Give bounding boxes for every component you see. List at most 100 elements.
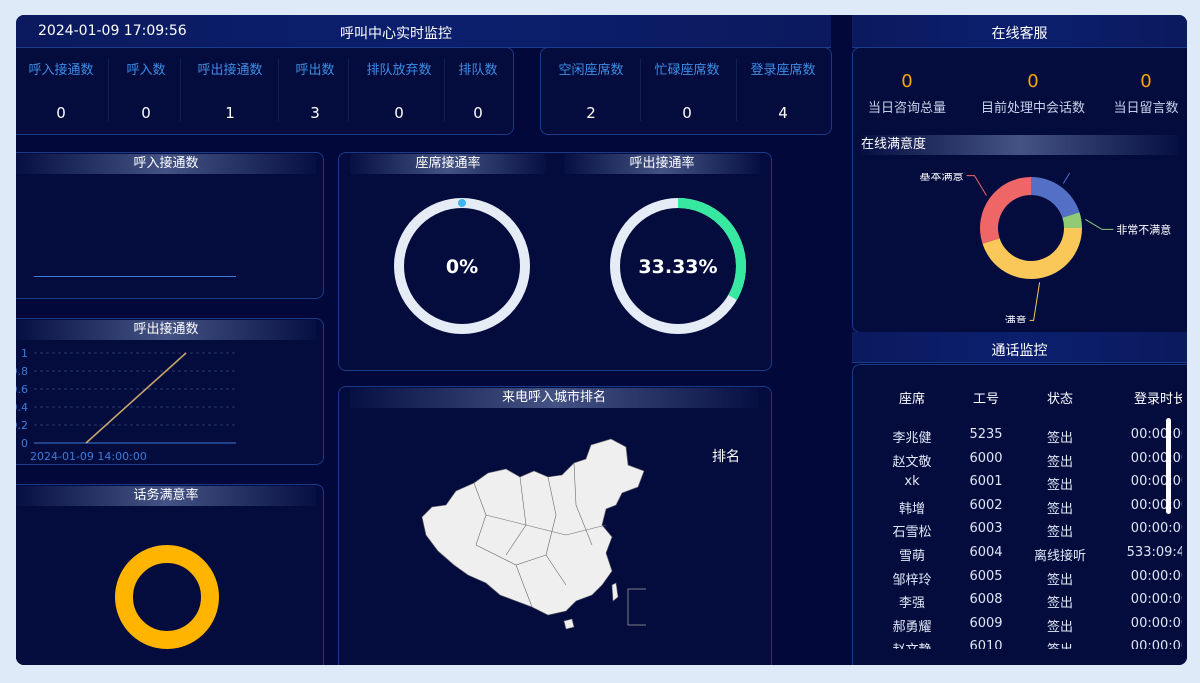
call-stat-value: 3: [310, 104, 320, 122]
donut-label: 非常不满意: [1116, 222, 1171, 236]
table-row[interactable]: 李强6008签出00:00:00: [852, 592, 1182, 612]
series-line: [85, 352, 187, 444]
call-stat-label: 呼出接通数: [197, 63, 263, 78]
seat-stat-value: 0: [682, 104, 692, 122]
seat-rate-dot: [458, 199, 466, 207]
table-cell: 签出: [1046, 501, 1073, 517]
online-stat-label: 当日留言数: [1113, 101, 1179, 116]
call-stat-value: 0: [473, 104, 483, 122]
satisfaction-donut: [115, 545, 219, 649]
table-row[interactable]: 石雪松6003签出00:00:00: [852, 521, 1182, 541]
ranking-label: 排名: [712, 449, 740, 465]
call-monitor-table: 座席工号状态登录时长李兆健5235签出00:00:00赵文敬6000签出00:0…: [852, 364, 1182, 649]
online-stat-label: 当日咨询总量: [867, 101, 946, 116]
call-stat-value: 0: [394, 104, 404, 122]
stat-divider: [736, 59, 737, 121]
table-cell: 00:00:00: [1130, 568, 1182, 584]
table-row[interactable]: 李兆健5235签出00:00:00: [852, 427, 1182, 447]
table-cell: 签出: [1010, 639, 1110, 649]
china-map-hainan: [563, 618, 575, 630]
call-stat-value: 0: [141, 104, 151, 122]
donut-label: 基本满意: [920, 173, 964, 183]
donut-leader-line: [1085, 218, 1114, 230]
stat-divider: [180, 59, 181, 121]
table-row[interactable]: 赵文静6010签出00:00:00: [852, 639, 1182, 649]
table-cell: 00:00:00: [1130, 615, 1182, 631]
call-stat-label: 呼入数: [126, 63, 166, 78]
seat-rate-value: 0%: [445, 256, 479, 278]
table-cell: 签出: [1046, 478, 1073, 494]
call-monitor-title: 通话监控: [991, 343, 1048, 359]
y-tick-label: 0.4: [16, 401, 28, 414]
table-cell: 签出: [1046, 572, 1073, 588]
online-service-title: 在线客服: [991, 26, 1048, 42]
outbound-rate-value: 33.33%: [638, 256, 718, 278]
satisfaction-donut-ring: [115, 545, 219, 649]
table-scrollbar[interactable]: [1166, 418, 1171, 514]
table-cell: 签出: [1046, 431, 1073, 446]
outbound-rate-title: 呼出接通率: [564, 154, 760, 174]
table-cell: 签出: [1046, 596, 1073, 612]
header-datetime: 2024-01-09 17:09:56: [38, 23, 187, 39]
online-stat-value: 0: [1140, 71, 1152, 92]
y-tick-label: 0.2: [16, 419, 28, 432]
donut-slice: [1031, 177, 1080, 218]
online-satisfaction-donut: 不满意非常不满意满意基本满意: [920, 173, 1171, 323]
donut-leader-line: [966, 175, 987, 196]
call-stat-value: 1: [225, 104, 235, 122]
x-tick-label: 2024-01-09 14:00:00: [30, 450, 147, 463]
table-row[interactable]: 郝勇耀6009签出00:00:00: [852, 616, 1182, 636]
table-cell: 533:09:43: [1126, 545, 1182, 560]
y-tick-label: 0.6: [16, 383, 28, 396]
table-cell: 签出: [1046, 525, 1073, 541]
stat-divider: [348, 59, 349, 121]
y-tick-label: 0.8: [16, 365, 28, 378]
table-row[interactable]: 赵文敬6000签出00:00:00: [852, 451, 1182, 471]
call-stat-label: 排队数: [458, 63, 498, 78]
table-row[interactable]: xk6001签出00:00:00: [852, 474, 1182, 494]
donut-label: 满意: [1005, 313, 1027, 323]
table-cell: 00:00:00: [1130, 521, 1182, 537]
table-header-cell: 登录时长: [1133, 392, 1182, 407]
outbound-connected-title: 呼出接通数: [16, 320, 316, 340]
online-satisfaction-title: 在线满意度: [861, 135, 1179, 155]
table-cell: 签出: [1046, 619, 1073, 635]
stat-divider: [108, 59, 109, 121]
outbound-line-chart: 0 0.2 0.4 0.6 0.8 1 2024-01-09 14:00:00: [16, 347, 236, 463]
china-map-taiwan: [611, 582, 619, 602]
table-cell: 00:00:00: [1130, 474, 1182, 490]
inbound-connected-title: 呼入接通数: [16, 154, 316, 174]
table-cell: 00:00:00: [1130, 592, 1182, 608]
call-stat-label: 呼出数: [295, 63, 335, 78]
seat-rate-title: 座席接通率: [350, 154, 546, 174]
dashboard-frame: 2024-01-09 17:09:56 呼叫中心实时监控 呼入接通数 0 呼入数 0 呼…: [16, 15, 1187, 665]
seat-stat-label: 忙碌座席数: [654, 63, 720, 78]
y-tick-label: 0: [21, 437, 28, 450]
seat-stat-label: 登录座席数: [750, 63, 816, 78]
city-ranking-title: 来电呼入城市排名: [350, 388, 758, 408]
table-header-cell: 状态: [1046, 392, 1073, 407]
satisfaction-rate-title: 话务满意率: [16, 486, 316, 506]
seat-stat-value: 2: [586, 104, 596, 122]
call-stat-label: 排队放弃数: [366, 63, 432, 78]
call-stat-value: 0: [56, 104, 66, 122]
table-cell: 签出: [1046, 454, 1073, 470]
table-cell: 00:00:00: [1130, 639, 1182, 649]
seat-stat-label: 空闲座席数: [558, 63, 624, 78]
inbound-chart-baseline: [34, 276, 236, 277]
china-map[interactable]: [416, 425, 646, 665]
table-cell: 00:00:00: [1130, 450, 1182, 466]
donut-slice: [980, 177, 1031, 244]
donut-leader-line: [1062, 173, 1071, 184]
table-row[interactable]: 韩增6002签出00:00:00: [852, 498, 1182, 518]
stat-divider: [444, 59, 445, 121]
online-stat-value: 0: [1027, 71, 1039, 92]
table-row[interactable]: 邹梓玲6005签出00:00:00: [852, 569, 1182, 589]
table-row[interactable]: 雪萌6004离线接听533:09:43: [852, 545, 1182, 565]
seat-stat-value: 4: [778, 104, 788, 122]
stat-divider: [640, 59, 641, 121]
online-stat-value: 0: [901, 71, 913, 92]
donut-leader-line: [1029, 282, 1041, 321]
page-title: 呼叫中心实时监控: [340, 26, 452, 42]
online-stat-label: 目前处理中会话数: [980, 101, 1085, 116]
